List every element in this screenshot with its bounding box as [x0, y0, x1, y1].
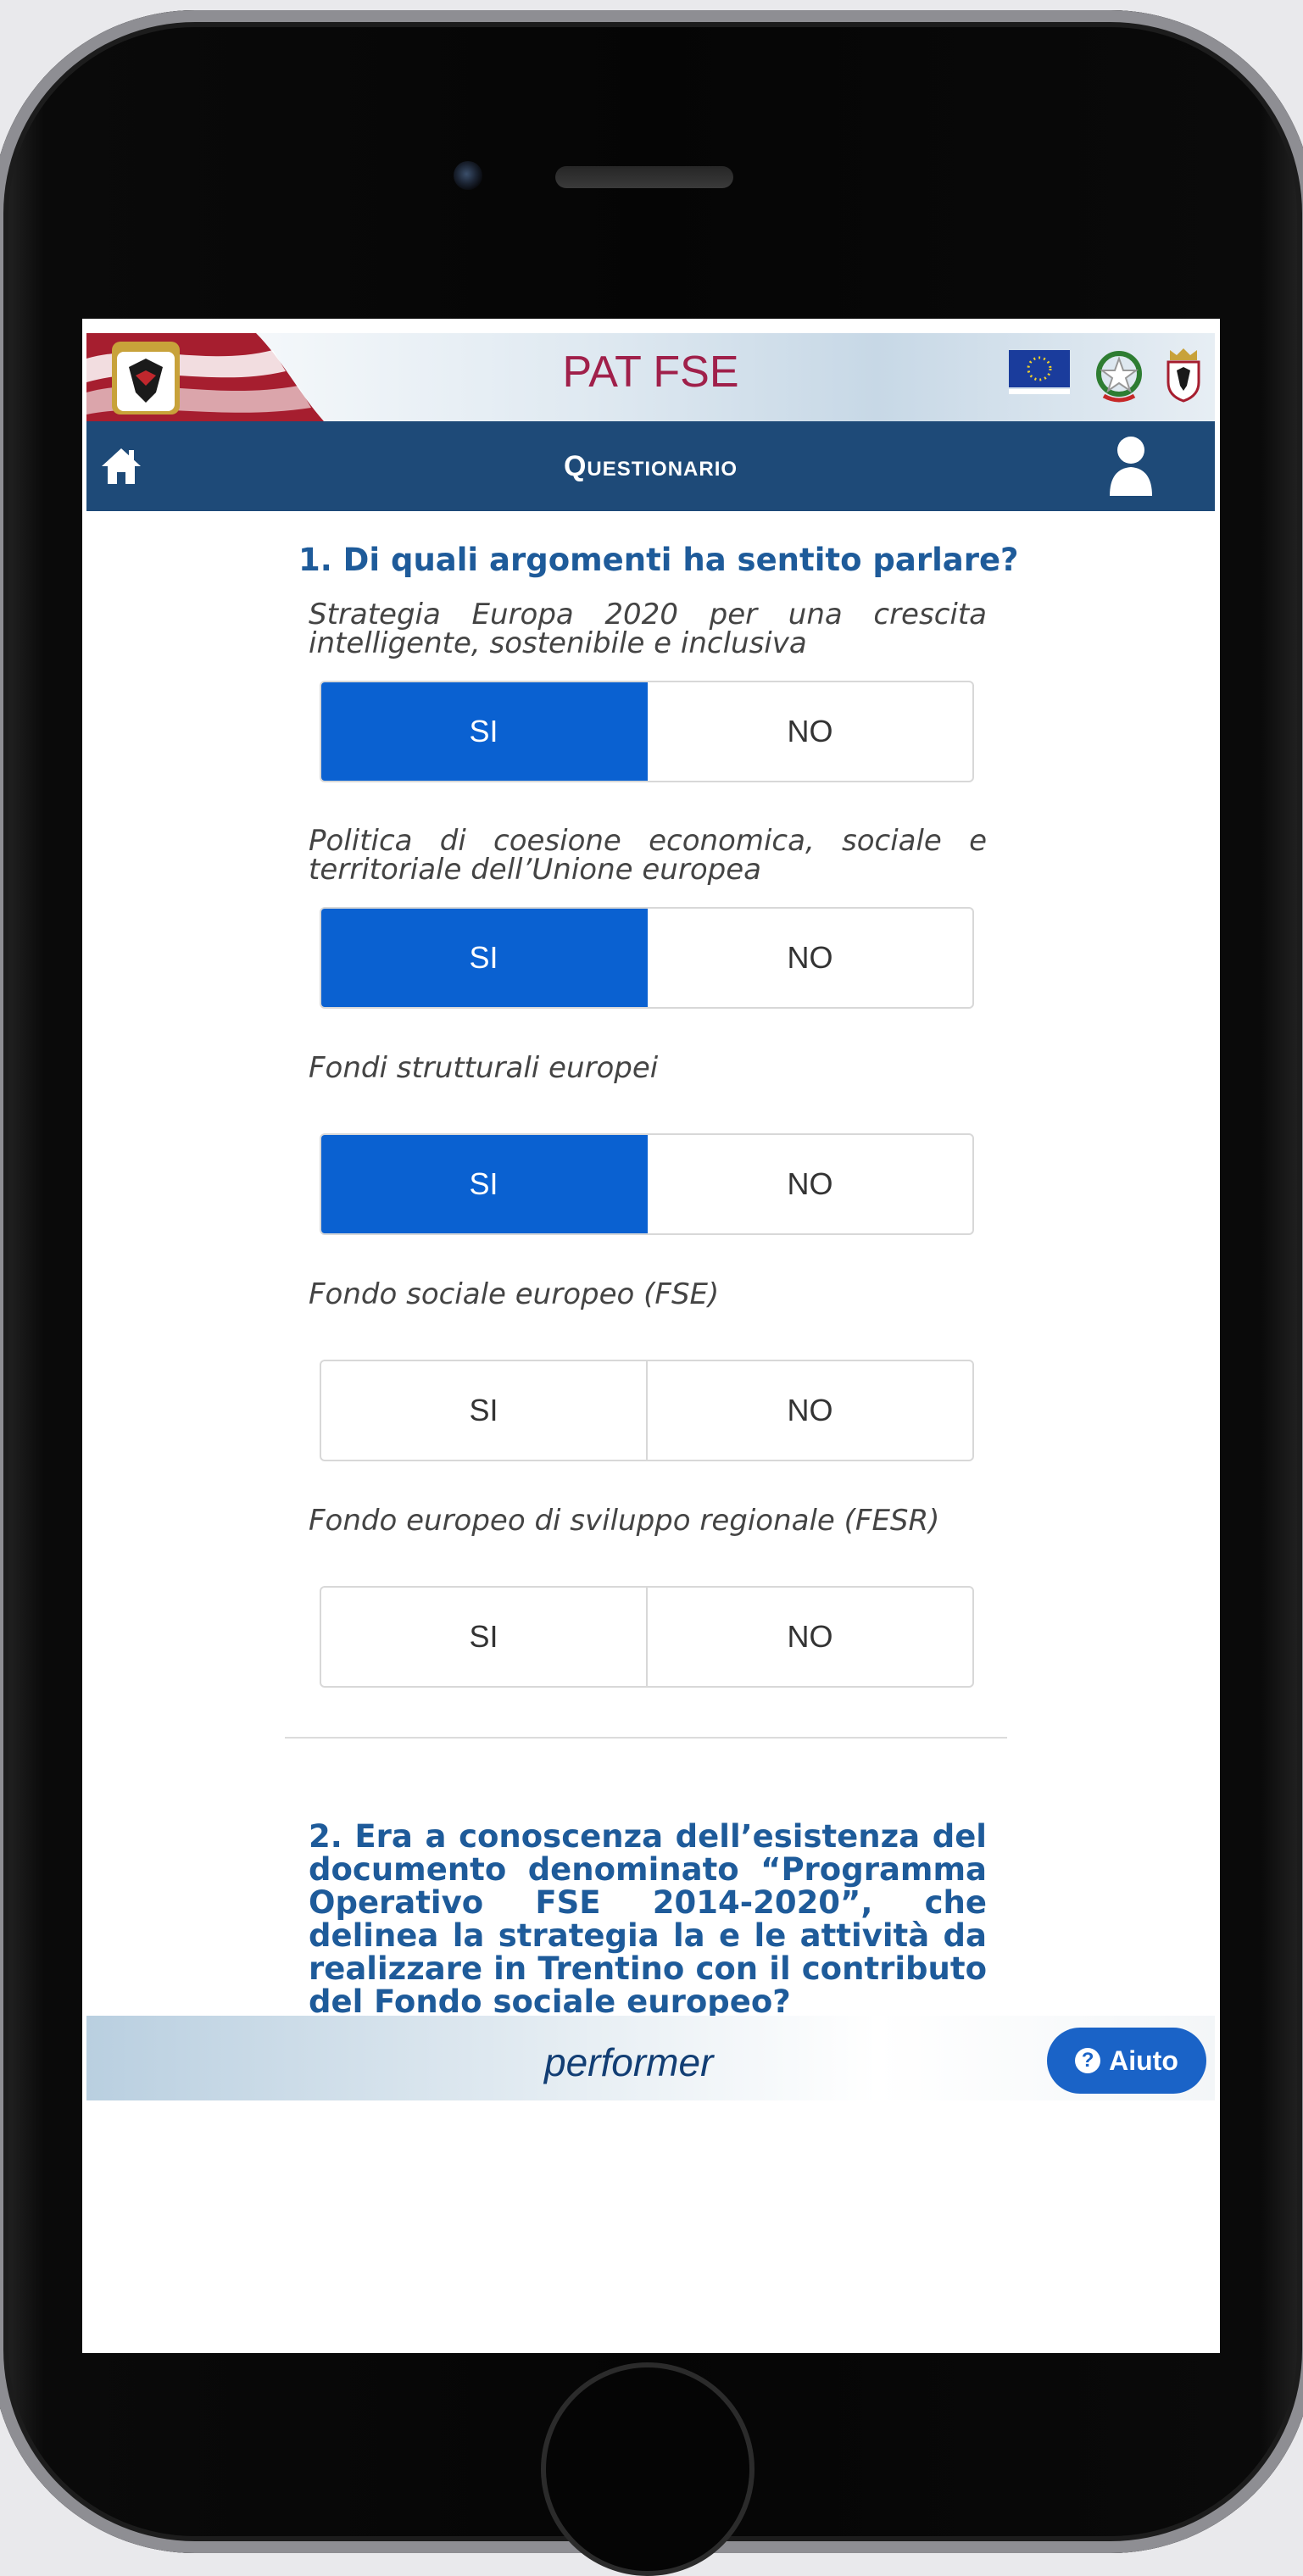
section-divider [285, 1737, 1007, 1739]
speaker-grille [555, 166, 733, 188]
question-1-item-1-label: Strategia Europa 2020 per una crescita i… [309, 598, 987, 660]
app: PAT FSE Questionario 1. Di quali argomen… [86, 333, 1215, 2100]
footer-bar: performer ? Aiuto [86, 2016, 1215, 2100]
yes-button[interactable]: SI [321, 1361, 648, 1460]
question-1-title: 1. Di quali argomenti ha sentito parlare… [298, 542, 1019, 578]
brand-header: PAT FSE [86, 333, 1215, 421]
phone-screen: PAT FSE Questionario 1. Di quali argomen… [82, 319, 1220, 2353]
front-camera [454, 161, 482, 190]
question-1-item-3-toggle: SI NO [320, 1133, 974, 1235]
help-button[interactable]: ? Aiuto [1047, 2028, 1206, 2094]
yes-button[interactable]: SI [321, 1135, 648, 1233]
page-title: Questionario [563, 450, 738, 482]
question-1-item-5-label: Fondo europeo di sviluppo regionale (FES… [309, 1504, 940, 1538]
no-button[interactable]: NO [648, 909, 972, 1007]
navigation-bar: Questionario [86, 421, 1215, 511]
question-1-item-3-label: Fondi strutturali europei [309, 1051, 659, 1085]
performer-logo: performer [544, 2040, 714, 2084]
question-1-item-2-toggle: SI NO [320, 907, 974, 1009]
questionnaire-content: 1. Di quali argomenti ha sentito parlare… [86, 511, 1215, 2016]
question-1-item-2-label: Politica di coesione economica, sociale … [309, 824, 987, 887]
italy-emblem-icon [1096, 351, 1142, 403]
yes-button[interactable]: SI [321, 1588, 648, 1686]
question-2-title: 2. Era a conoscenza dell’esistenza del d… [309, 1818, 987, 2016]
trentino-crest-icon [1167, 348, 1200, 403]
user-icon[interactable] [1106, 435, 1155, 498]
help-button-label: Aiuto [1109, 2045, 1178, 2076]
yes-button[interactable]: SI [321, 909, 648, 1007]
no-button[interactable]: NO [648, 1361, 972, 1460]
question-1-item-1-toggle: SI NO [320, 681, 974, 782]
question-circle-icon: ? [1075, 2048, 1101, 2073]
no-button[interactable]: NO [648, 1588, 972, 1686]
no-button[interactable]: NO [648, 1135, 972, 1233]
phone-home-button[interactable] [541, 2362, 755, 2576]
no-button[interactable]: NO [648, 682, 972, 781]
question-1-item-4-label: Fondo sociale europeo (FSE) [309, 1277, 720, 1311]
yes-button[interactable]: SI [321, 682, 648, 781]
question-1-item-5-toggle: SI NO [320, 1586, 974, 1688]
question-1-item-4-toggle: SI NO [320, 1360, 974, 1461]
eu-flag-icon [1009, 350, 1070, 394]
